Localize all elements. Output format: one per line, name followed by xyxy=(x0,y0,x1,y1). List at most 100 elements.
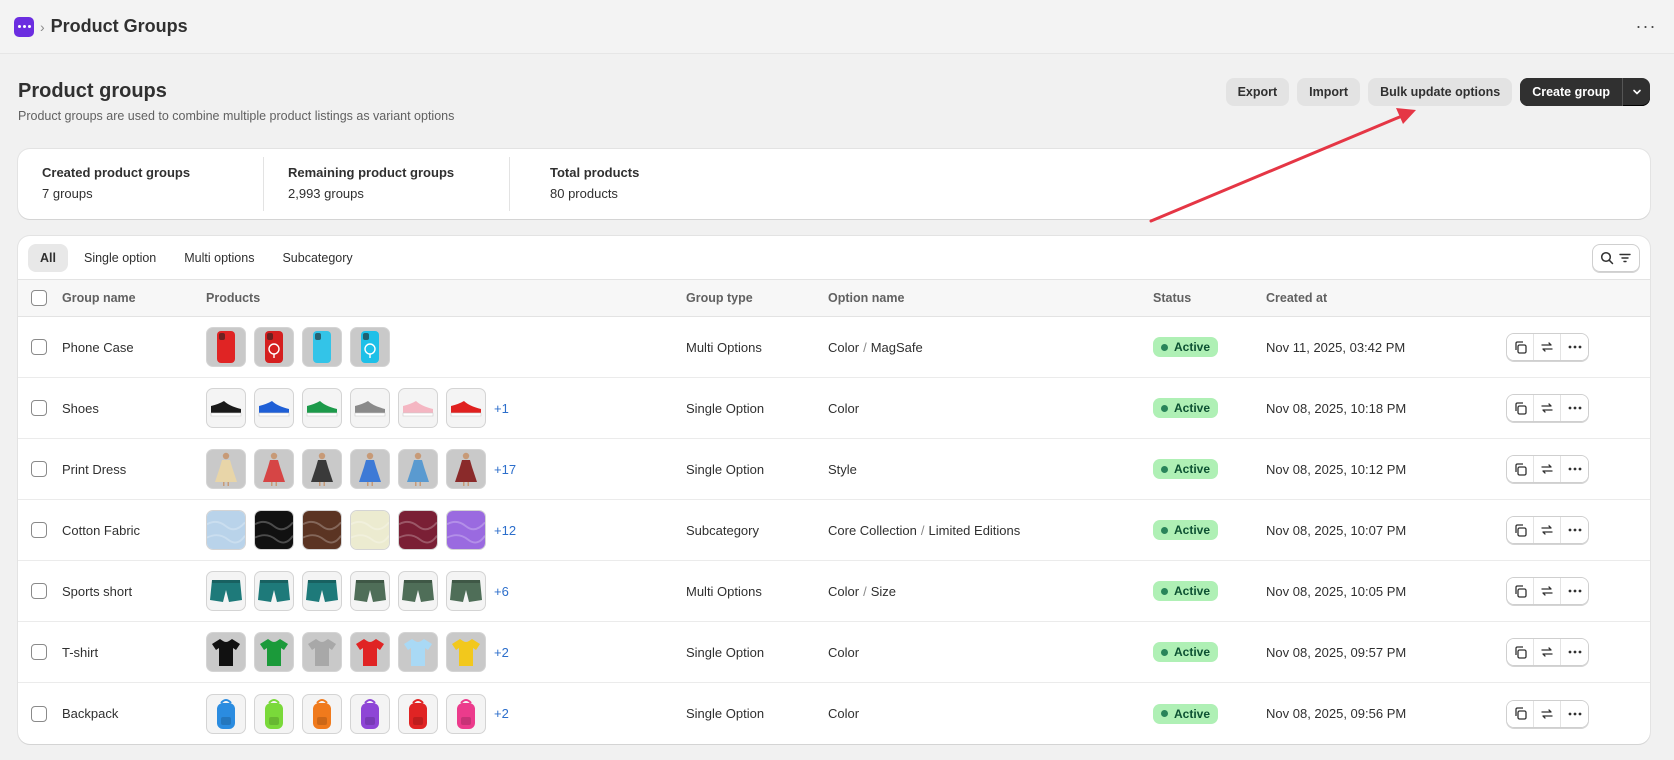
table-row[interactable]: T-shirt +2 Single Option Color Active No… xyxy=(18,622,1650,683)
col-group-name[interactable]: Group name xyxy=(62,291,206,305)
more-icon[interactable]: ··· xyxy=(1632,13,1660,41)
table-row[interactable]: Print Dress +17 Single Option Style Acti… xyxy=(18,439,1650,500)
tab-multi-options[interactable]: Multi options xyxy=(172,244,266,272)
sync-icon[interactable] xyxy=(1534,334,1561,360)
tab-single-option[interactable]: Single option xyxy=(72,244,168,272)
search-filter-button[interactable] xyxy=(1592,243,1640,272)
col-status[interactable]: Status xyxy=(1153,291,1266,305)
product-thumbnail[interactable] xyxy=(446,510,486,550)
product-thumbnail[interactable] xyxy=(254,571,294,611)
more-icon[interactable] xyxy=(1561,517,1588,543)
row-checkbox[interactable] xyxy=(31,705,47,722)
col-group-type[interactable]: Group type xyxy=(686,291,828,305)
product-thumbnail[interactable] xyxy=(302,632,342,672)
product-thumbnail[interactable] xyxy=(350,510,390,550)
product-thumbnail[interactable] xyxy=(302,327,342,367)
row-checkbox[interactable] xyxy=(31,583,47,599)
tab-subcategory[interactable]: Subcategory xyxy=(270,244,364,272)
more-products-link[interactable]: +6 xyxy=(494,584,509,599)
product-thumbnail[interactable] xyxy=(350,449,390,489)
duplicate-icon[interactable] xyxy=(1507,639,1534,665)
row-checkbox[interactable] xyxy=(31,400,47,416)
import-button[interactable]: Import xyxy=(1297,78,1361,106)
product-thumbnail[interactable] xyxy=(398,571,438,611)
product-thumbnail[interactable] xyxy=(206,388,246,428)
tab-all[interactable]: All xyxy=(28,243,68,272)
product-thumbnail[interactable] xyxy=(302,571,342,611)
product-thumbnail[interactable] xyxy=(206,632,246,672)
product-thumbnail[interactable] xyxy=(446,449,486,489)
product-thumbnail[interactable] xyxy=(302,388,342,428)
col-created-at[interactable]: Created at xyxy=(1266,291,1506,305)
product-thumbnail[interactable] xyxy=(254,693,294,734)
product-thumbnail[interactable] xyxy=(446,693,486,734)
product-thumbnail[interactable] xyxy=(398,693,438,734)
group-name[interactable]: Backpack xyxy=(62,706,206,721)
table-row[interactable]: Sports short +6 Multi Options Color / Size… xyxy=(18,561,1650,622)
product-thumbnail[interactable] xyxy=(398,449,438,489)
group-name[interactable]: Shoes xyxy=(62,401,206,416)
duplicate-icon[interactable] xyxy=(1507,395,1534,421)
table-row[interactable]: Cotton Fabric +12 Subcategory Core Colle… xyxy=(18,500,1650,561)
product-thumbnail[interactable] xyxy=(398,510,438,550)
product-thumbnail[interactable] xyxy=(206,693,246,734)
more-products-link[interactable]: +17 xyxy=(494,462,516,477)
group-name[interactable]: Print Dress xyxy=(62,462,206,477)
sync-icon[interactable] xyxy=(1534,700,1561,727)
product-thumbnail[interactable] xyxy=(446,388,486,428)
product-thumbnail[interactable] xyxy=(350,571,390,611)
product-thumbnail[interactable] xyxy=(206,571,246,611)
more-products-link[interactable]: +12 xyxy=(494,523,516,538)
product-thumbnail[interactable] xyxy=(254,632,294,672)
bulk-update-options-button[interactable]: Bulk update options xyxy=(1368,78,1513,106)
sync-icon[interactable] xyxy=(1534,395,1561,421)
col-option-name[interactable]: Option name xyxy=(828,291,1153,305)
duplicate-icon[interactable] xyxy=(1507,334,1534,360)
product-thumbnail[interactable] xyxy=(206,449,246,489)
product-thumbnail[interactable] xyxy=(206,327,246,367)
more-products-link[interactable]: +2 xyxy=(494,645,509,660)
duplicate-icon[interactable] xyxy=(1507,578,1534,604)
product-thumbnail[interactable] xyxy=(350,327,390,367)
row-checkbox[interactable] xyxy=(31,339,47,355)
row-checkbox[interactable] xyxy=(31,644,47,660)
product-thumbnail[interactable] xyxy=(254,388,294,428)
row-checkbox[interactable] xyxy=(31,522,47,538)
product-thumbnail[interactable] xyxy=(398,388,438,428)
more-icon[interactable] xyxy=(1561,395,1588,421)
group-name[interactable]: T-shirt xyxy=(62,645,206,660)
table-row[interactable]: Backpack +2 Single Option Color Active N… xyxy=(18,683,1650,744)
sync-icon[interactable] xyxy=(1534,517,1561,543)
duplicate-icon[interactable] xyxy=(1507,517,1534,543)
product-thumbnail[interactable] xyxy=(254,327,294,367)
duplicate-icon[interactable] xyxy=(1507,700,1534,727)
product-thumbnail[interactable] xyxy=(350,632,390,672)
more-icon[interactable] xyxy=(1561,456,1588,482)
group-name[interactable]: Phone Case xyxy=(62,340,206,355)
sync-icon[interactable] xyxy=(1534,639,1561,665)
group-name[interactable]: Cotton Fabric xyxy=(62,523,206,538)
product-thumbnail[interactable] xyxy=(302,510,342,550)
product-thumbnail[interactable] xyxy=(446,632,486,672)
more-products-link[interactable]: +1 xyxy=(494,401,509,416)
row-checkbox[interactable] xyxy=(31,461,47,477)
more-icon[interactable] xyxy=(1561,578,1588,604)
export-button[interactable]: Export xyxy=(1225,78,1290,106)
select-all-checkbox[interactable] xyxy=(31,290,47,306)
create-group-button[interactable]: Create group xyxy=(1520,78,1622,106)
table-row[interactable]: Shoes +1 Single Option Color Active Nov … xyxy=(18,378,1650,439)
more-icon[interactable] xyxy=(1561,334,1588,360)
product-thumbnail[interactable] xyxy=(206,510,246,550)
product-thumbnail[interactable] xyxy=(302,693,342,734)
product-thumbnail[interactable] xyxy=(446,571,486,611)
duplicate-icon[interactable] xyxy=(1507,456,1534,482)
chevron-down-icon[interactable] xyxy=(1622,78,1650,106)
more-icon[interactable] xyxy=(1561,639,1588,665)
product-thumbnail[interactable] xyxy=(350,388,390,428)
sync-icon[interactable] xyxy=(1534,456,1561,482)
more-icon[interactable] xyxy=(1561,700,1588,727)
product-thumbnail[interactable] xyxy=(302,449,342,489)
table-row[interactable]: Phone Case Multi Options Color / MagSafe A… xyxy=(18,317,1650,378)
sync-icon[interactable] xyxy=(1534,578,1561,604)
product-thumbnail[interactable] xyxy=(254,510,294,550)
